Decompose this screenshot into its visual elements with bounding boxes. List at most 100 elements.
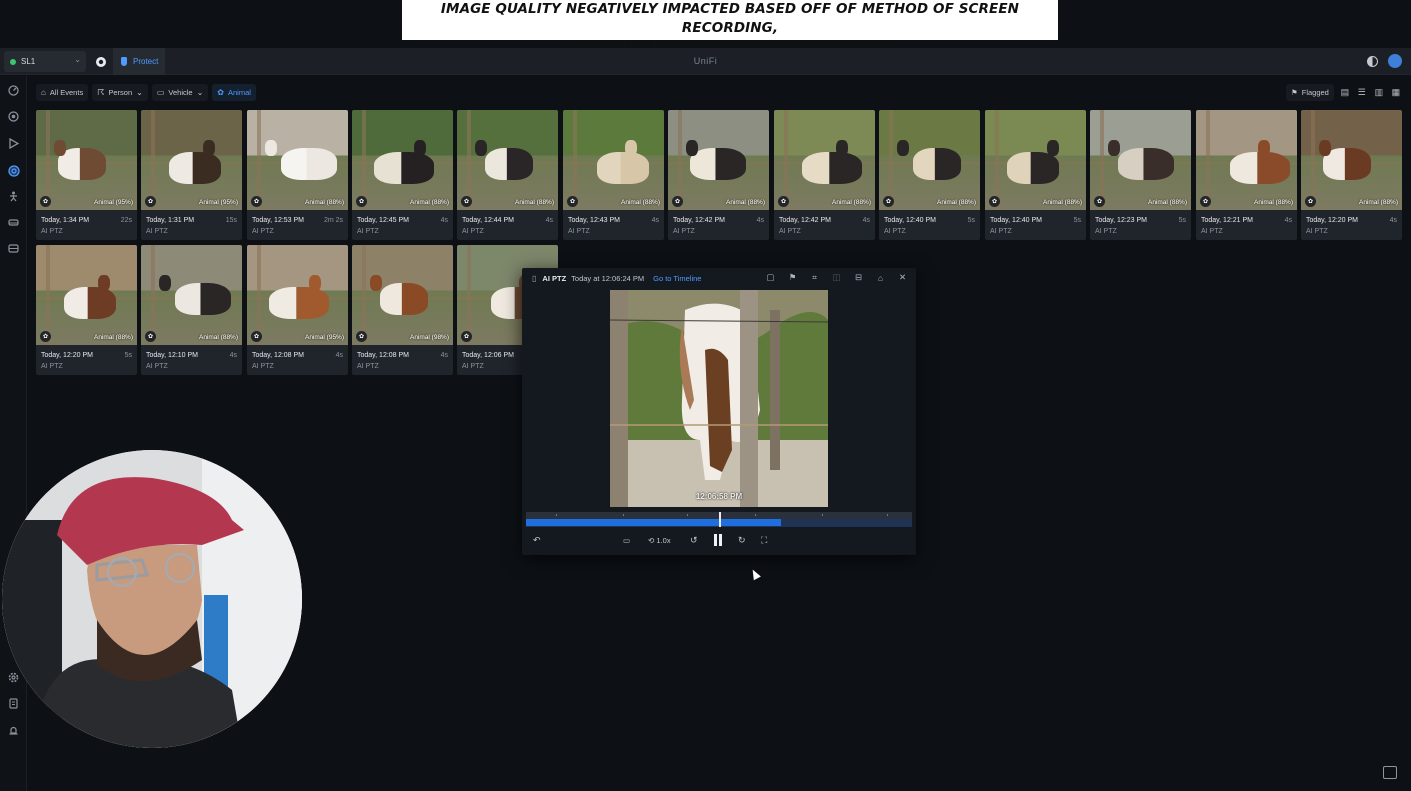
dashboard-icon[interactable] <box>7 84 20 97</box>
paw-icon: ✿ <box>1305 196 1316 207</box>
event-thumbnail[interactable]: ✿ Animal (88%) <box>774 110 875 210</box>
event-thumbnail[interactable]: ✿ Animal (88%) <box>457 110 558 210</box>
filter-person[interactable]: ☈ Person ⌄ <box>92 84 148 101</box>
go-to-timeline-link[interactable]: Go to Timeline <box>653 274 701 283</box>
filter-vehicle[interactable]: ▭ Vehicle ⌄ <box>151 84 209 101</box>
event-thumbnail[interactable]: ✿ Animal (88%) <box>1196 110 1297 210</box>
event-card[interactable]: ✿ Animal (88%) Today, 12:44 PM AI PTZ 4s <box>457 110 558 240</box>
flag-icon[interactable]: ⚑ <box>787 272 798 283</box>
paw-icon: ✿ <box>251 331 262 342</box>
event-camera: AI PTZ <box>252 363 274 370</box>
event-thumbnail[interactable]: ✿ Animal (88%) <box>879 110 980 210</box>
event-thumbnail[interactable]: ✿ Animal (88%) <box>1090 110 1191 210</box>
playback-speed[interactable]: ⟲ 1.0x <box>648 533 671 547</box>
close-icon[interactable]: ✕ <box>897 272 908 283</box>
comment-icon[interactable]: ▢ <box>765 272 776 283</box>
log-icon[interactable] <box>7 697 20 710</box>
paw-icon: ✿ <box>40 331 51 342</box>
avatar[interactable] <box>1388 54 1402 68</box>
fence-post <box>46 110 50 210</box>
filter-animal[interactable]: ✿ Animal <box>212 84 256 101</box>
pause-icon[interactable] <box>713 534 723 546</box>
event-card[interactable]: ✿ Animal (88%) Today, 12:42 PM AI PTZ 4s <box>668 110 769 240</box>
event-card[interactable]: ✿ Animal (88%) Today, 12:40 PM AI PTZ 5s <box>879 110 980 240</box>
camera-icon[interactable] <box>7 110 20 123</box>
timeline-playhead[interactable] <box>719 512 721 527</box>
vehicle-icon[interactable] <box>7 216 20 229</box>
event-thumbnail[interactable]: ✿ Animal (88%) <box>1301 110 1402 210</box>
playback-timeline[interactable] <box>526 512 912 527</box>
paw-icon: ✿ <box>1200 196 1211 207</box>
event-thumbnail[interactable]: ✿ Animal (95%) <box>141 110 242 210</box>
video-frame[interactable]: 12:06:58 PM <box>610 290 828 507</box>
event-card[interactable]: ✿ Animal (88%) Today, 12:20 PM AI PTZ 4s <box>1301 110 1402 240</box>
screen-capture-icon[interactable] <box>1383 766 1397 779</box>
storage-icon[interactable] <box>7 242 20 255</box>
event-card[interactable]: ✿ Animal (88%) Today, 12:20 PM AI PTZ 5s <box>36 245 137 375</box>
event-duration: 15s <box>225 217 237 224</box>
share-icon[interactable]: ⌂ <box>875 272 886 283</box>
event-thumbnail[interactable]: ✿ Animal (98%) <box>352 245 453 345</box>
captions-icon[interactable]: ▭ <box>623 533 630 547</box>
event-time: Today, 12:21 PM <box>1201 217 1254 224</box>
event-card[interactable]: ✿ Animal (95%) Today, 1:34 PM AI PTZ 22s <box>36 110 137 240</box>
event-card[interactable]: ✿ Animal (95%) Today, 1:31 PM AI PTZ 15s <box>141 110 242 240</box>
fence-post <box>1206 110 1210 210</box>
banner-line-1: IMAGE QUALITY NEGATIVELY IMPACTED BASED … <box>440 1 1020 36</box>
play-icon[interactable] <box>7 137 20 150</box>
event-time: Today, 1:34 PM <box>41 217 90 224</box>
vehicle-icon: ▭ <box>156 88 165 97</box>
event-card[interactable]: ✿ Animal (88%) Today, 12:23 PM AI PTZ 5s <box>1090 110 1191 240</box>
animal-shape <box>374 152 434 184</box>
event-thumbnail[interactable]: ✿ Animal (95%) <box>36 110 137 210</box>
event-thumbnail[interactable]: ✿ Animal (88%) <box>985 110 1086 210</box>
event-card[interactable]: ✿ Animal (88%) Today, 12:10 PM AI PTZ 4s <box>141 245 242 375</box>
fence-post <box>257 110 261 210</box>
event-card[interactable]: ✿ Animal (88%) Today, 12:40 PM AI PTZ 5s <box>985 110 1086 240</box>
event-card[interactable]: ✿ Animal (88%) Today, 12:42 PM AI PTZ 4s <box>774 110 875 240</box>
event-duration: 4s <box>651 217 659 224</box>
event-card[interactable]: ✿ Animal (88%) Today, 12:45 PM AI PTZ 4s <box>352 110 453 240</box>
animal-head <box>686 140 698 156</box>
person-icon[interactable] <box>7 190 20 203</box>
back-icon[interactable]: ↶ <box>533 533 541 547</box>
fullscreen-icon[interactable]: ⛶ <box>761 533 767 547</box>
event-time: Today, 12:40 PM <box>884 217 937 224</box>
event-card[interactable]: ✿ Animal (88%) Today, 12:43 PM AI PTZ 4s <box>563 110 664 240</box>
rewind-icon[interactable]: ↺ <box>690 533 698 547</box>
fence-post <box>889 110 893 210</box>
event-thumbnail[interactable]: ✿ Animal (88%) <box>563 110 664 210</box>
search-icon[interactable] <box>7 164 20 177</box>
event-card[interactable]: ✿ Animal (95%) Today, 12:08 PM AI PTZ 4s <box>247 245 348 375</box>
fence-post <box>467 245 471 345</box>
event-card[interactable]: ✿ Animal (88%) Today, 12:53 PM AI PTZ 2m… <box>247 110 348 240</box>
event-thumbnail[interactable]: ✿ Animal (88%) <box>247 110 348 210</box>
detection-badge: Animal (88%) <box>1042 199 1082 206</box>
event-thumbnail[interactable]: ✿ Animal (88%) <box>668 110 769 210</box>
alarm-icon[interactable] <box>7 724 20 737</box>
event-camera: AI PTZ <box>252 228 274 235</box>
filter-all-events[interactable]: ⌂ All Events <box>36 84 89 101</box>
forward-icon[interactable]: ↻ <box>738 533 746 547</box>
event-duration: 4s <box>862 217 870 224</box>
chevron-down-icon: ⌄ <box>196 88 204 97</box>
theme-toggle-icon[interactable] <box>1367 56 1378 67</box>
flagged-button[interactable]: ⚑ Flagged <box>1286 84 1334 101</box>
event-thumbnail[interactable]: ✿ Animal (95%) <box>247 245 348 345</box>
event-thumbnail[interactable]: ✿ Animal (88%) <box>352 110 453 210</box>
event-meta: Today, 12:20 PM AI PTZ 4s <box>1306 215 1397 237</box>
download-icon[interactable]: ⊟ <box>853 272 864 283</box>
chart-view-icon[interactable]: ▥ <box>1373 87 1385 99</box>
event-card[interactable]: ✿ Animal (88%) Today, 12:21 PM AI PTZ 4s <box>1196 110 1297 240</box>
event-card[interactable]: ✿ Animal (98%) Today, 12:08 PM AI PTZ 4s <box>352 245 453 375</box>
event-thumbnail[interactable]: ✿ Animal (88%) <box>36 245 137 345</box>
zoom-icon[interactable]: ⌗ <box>809 272 820 283</box>
event-time: Today, 12:40 PM <box>990 217 1043 224</box>
settings-icon[interactable] <box>7 671 20 684</box>
paw-icon: ✿ <box>567 196 578 207</box>
grid-view-icon[interactable]: ▦ <box>1390 87 1402 99</box>
list-view-icon[interactable]: ☰ <box>1356 87 1368 99</box>
event-thumbnail[interactable]: ✿ Animal (88%) <box>141 245 242 345</box>
calendar-icon[interactable]: ▤ <box>1339 87 1351 99</box>
snapshot-icon[interactable]: ◫ <box>831 272 842 283</box>
